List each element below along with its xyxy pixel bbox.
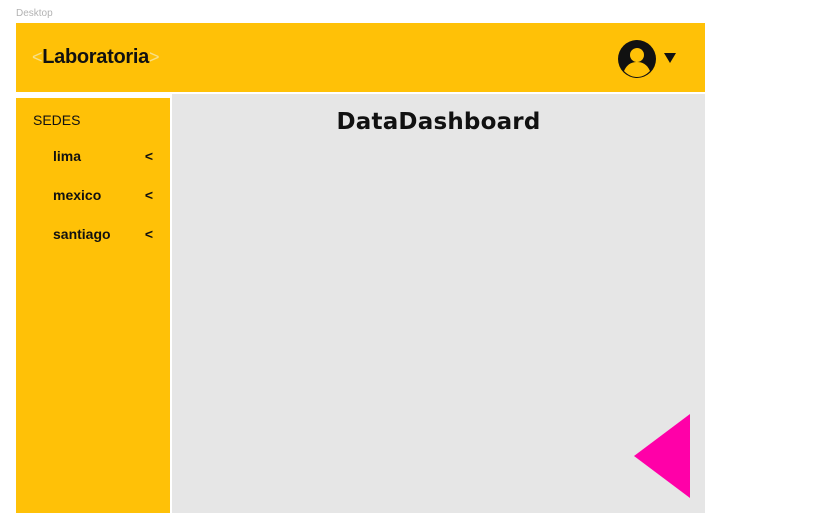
sidebar-title: SEDES (33, 112, 81, 128)
user-avatar-icon[interactable] (618, 40, 656, 78)
logo-bracket-right: > (148, 47, 160, 67)
caret-down-icon[interactable] (664, 53, 676, 63)
chevron-left-icon: < (144, 148, 153, 164)
sidebar-item-santiago[interactable]: santiago < (53, 226, 153, 246)
sidebar: SEDES lima < mexico < santiago < (16, 98, 170, 513)
artboard-label: Desktop (16, 8, 53, 19)
sidebar-item-label: lima (53, 148, 82, 164)
sidebar-item-label: santiago (53, 226, 111, 242)
sidebar-item-mexico[interactable]: mexico < (53, 187, 153, 207)
desktop-frame: < Laboratoria > SEDES lima < mexico < sa… (16, 23, 705, 513)
sidebar-item-lima[interactable]: lima < (53, 148, 153, 168)
logo-bracket-left: < (32, 47, 43, 67)
main-content: DataDashboard (172, 94, 705, 513)
sidebar-item-label: mexico (53, 187, 102, 203)
chevron-left-icon: < (144, 226, 153, 242)
page-title: DataDashboard (336, 109, 541, 135)
header-bar: < Laboratoria > (16, 23, 705, 92)
logo-text: Laboratoria (42, 46, 149, 68)
logo[interactable]: < Laboratoria > (32, 46, 159, 69)
triangle-left-icon[interactable] (634, 414, 690, 498)
chevron-left-icon: < (144, 187, 153, 203)
